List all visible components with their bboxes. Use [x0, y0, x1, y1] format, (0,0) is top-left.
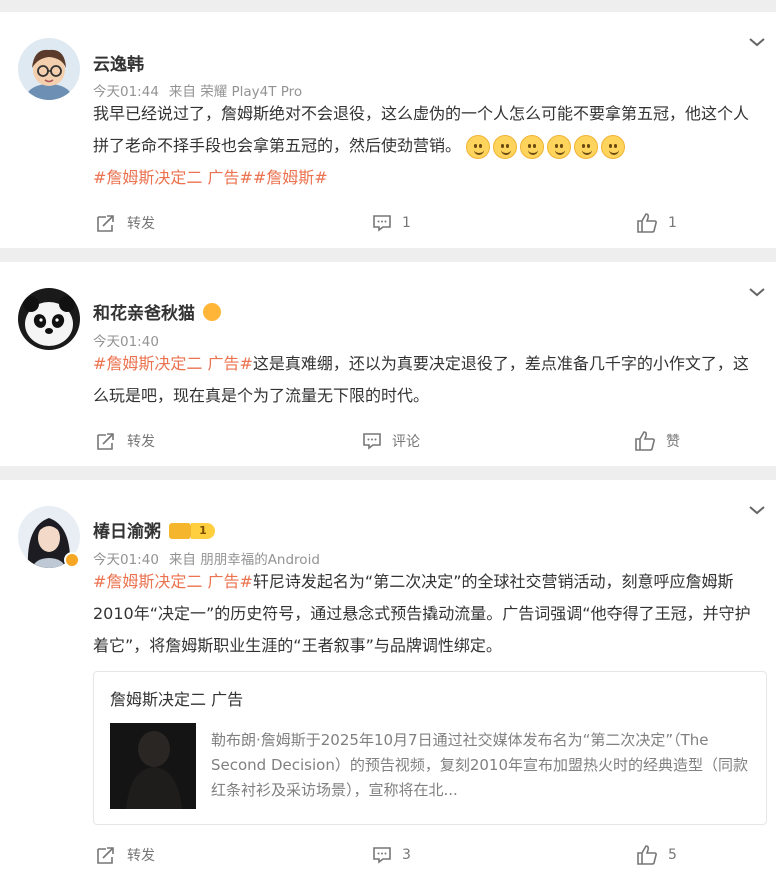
quoted-topic-thumbnail — [110, 723, 196, 809]
member-badge-icon[interactable] — [203, 303, 221, 321]
chevron-down-icon[interactable] — [748, 504, 766, 516]
like-count: 5 — [668, 847, 677, 863]
repost-button[interactable]: 转发 — [95, 426, 155, 456]
hug-emoji-icon — [520, 134, 545, 159]
repost-icon — [97, 215, 114, 232]
like-label: 赞 — [666, 434, 680, 450]
repost-button[interactable]: 转发 — [95, 208, 155, 238]
action-bar: 转发 评论 赞 — [0, 426, 776, 456]
username[interactable]: 云逸韩 — [93, 50, 144, 75]
grin-emoji-icon — [601, 134, 626, 159]
quoted-topic-card[interactable]: 詹姆斯决定二 广告 勒布朗·詹姆斯于2025年10月7日通过社交媒体发布名为“第… — [93, 671, 767, 825]
repost-label: 转发 — [127, 216, 155, 232]
hug-emoji-icon — [547, 134, 572, 159]
username-link[interactable]: 和花亲爸秋猫 — [93, 304, 195, 324]
post-text: 我早已经说过了，詹姆斯绝对不会退役，这么虚伪的一个人怎么可能不要拿第五冠，他这个… — [93, 104, 750, 155]
like-button[interactable]: 1 — [636, 208, 677, 238]
post-meta: 今天01:44 来自 荣耀 Play4T Pro — [93, 80, 302, 100]
quoted-topic-title: 詹姆斯决定二 广告 — [110, 690, 244, 709]
username: 和花亲爸秋猫 — [93, 299, 221, 324]
post-content: #詹姆斯决定二 广告#轩尼诗发起名为“第二次决定”的全球社交营销活动，刻意呼应詹… — [93, 566, 754, 662]
vip-level-badge[interactable]: 1 — [169, 523, 215, 539]
post-content: #詹姆斯决定二 广告#这是真难绷，还以为真要决定退役了，差点准备几千字的小作文了… — [93, 348, 754, 412]
feed: 云逸韩 今天01:44 来自 荣耀 Play4T Pro 我早已经说过了，詹姆斯绝… — [0, 0, 776, 878]
repost-label: 转发 — [127, 434, 155, 450]
verified-badge-icon — [64, 552, 80, 568]
level-number: 1 — [191, 523, 215, 539]
comment-button[interactable]: 评论 — [362, 426, 420, 456]
hashtag-link[interactable]: #詹姆斯决定二 广告# — [93, 354, 253, 373]
comment-icon — [363, 433, 381, 450]
comment-button[interactable]: 1 — [372, 208, 411, 238]
emoji-group — [466, 134, 626, 159]
repost-label: 转发 — [127, 848, 155, 864]
repost-icon — [97, 847, 114, 864]
comment-button[interactable]: 3 — [372, 840, 411, 870]
comment-count: 1 — [402, 215, 411, 231]
username: 椿日渝粥 1 — [93, 517, 215, 542]
hashtag-link[interactable]: #詹姆斯决定二 广告# — [93, 572, 253, 591]
repost-button[interactable]: 转发 — [95, 840, 155, 870]
avatar[interactable] — [18, 288, 80, 350]
like-icon — [637, 213, 657, 233]
like-button[interactable]: 5 — [636, 840, 677, 870]
action-bar: 转发 3 5 — [0, 840, 776, 870]
comment-count: 3 — [402, 847, 411, 863]
username-link[interactable]: 椿日渝粥 — [93, 522, 161, 542]
post-meta: 今天01:40 来自 朋朋幸福的Android — [93, 548, 320, 568]
smile-emoji-icon — [466, 134, 491, 159]
post-card: 椿日渝粥 1 今天01:40 来自 朋朋幸福的Android #詹姆斯决定二 广告#… — [0, 480, 776, 878]
smile-emoji-icon — [493, 134, 518, 159]
comment-icon — [373, 215, 391, 232]
post-card: 云逸韩 今天01:44 来自 荣耀 Play4T Pro 我早已经说过了，詹姆斯绝… — [0, 12, 776, 248]
action-bar: 转发 1 1 — [0, 208, 776, 238]
chevron-down-icon[interactable] — [748, 36, 766, 48]
chevron-down-icon[interactable] — [748, 286, 766, 298]
comment-label: 评论 — [392, 434, 420, 450]
crown-icon — [169, 523, 191, 539]
hashtag-link[interactable]: #詹姆斯决定二 广告##詹姆斯# — [93, 168, 328, 187]
avatar[interactable] — [18, 38, 80, 100]
repost-icon — [97, 433, 114, 450]
post-meta: 今天01:40 — [93, 330, 159, 350]
quoted-topic-summary: 勒布朗·詹姆斯于2025年10月7日通过社交媒体发布名为“第二次决定”（The … — [211, 731, 749, 799]
like-icon — [637, 845, 657, 865]
grin-emoji-icon — [574, 134, 599, 159]
comment-icon — [373, 847, 391, 864]
post-card: 和花亲爸秋猫 今天01:40 #詹姆斯决定二 广告#这是真难绷，还以为真要决定退… — [0, 262, 776, 466]
like-button[interactable]: 赞 — [634, 426, 680, 456]
like-icon — [635, 431, 655, 451]
post-content: 我早已经说过了，詹姆斯绝对不会退役，这么虚伪的一个人怎么可能不要拿第五冠，他这个… — [93, 98, 754, 194]
like-count: 1 — [668, 215, 677, 231]
